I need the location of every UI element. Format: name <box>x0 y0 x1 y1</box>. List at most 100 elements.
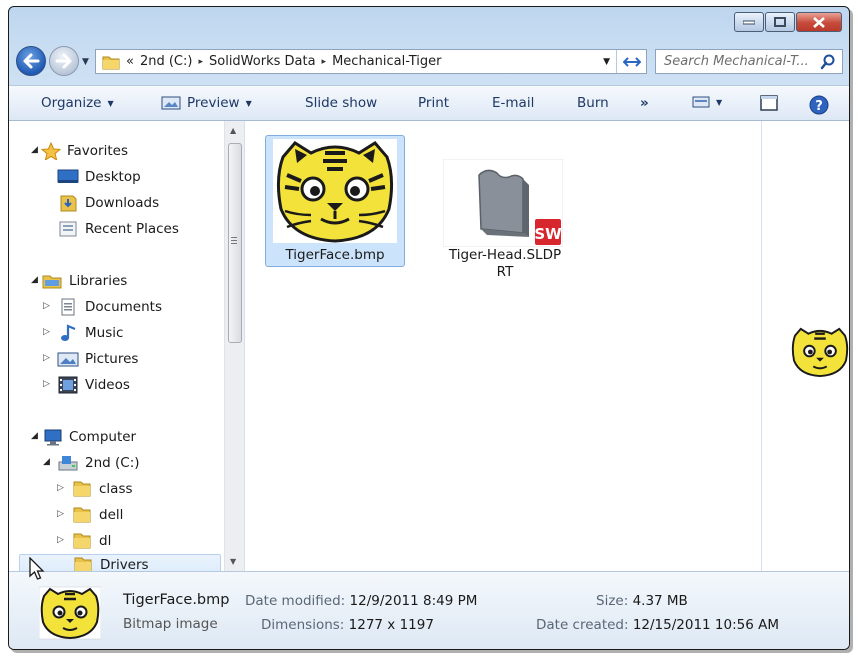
maximize-icon <box>774 17 786 27</box>
view-icon <box>692 96 710 108</box>
print-button[interactable]: Print <box>418 95 449 111</box>
libraries-icon <box>42 275 62 289</box>
collapse-arrow-icon[interactable]: ◢ <box>43 457 53 467</box>
nav-documents[interactable]: Documents <box>57 296 162 318</box>
nav-computer[interactable]: Computer <box>41 426 136 448</box>
chevron-down-icon: ▼ <box>107 98 114 108</box>
nav-folder-class[interactable]: class <box>71 478 133 500</box>
preview-pane-icon <box>760 95 778 111</box>
breadcrumb-mechanical-tiger[interactable]: Mechanical-Tiger <box>332 54 441 69</box>
minimize-button[interactable] <box>734 12 764 32</box>
breadcrumb-drive[interactable]: 2nd (C:) <box>140 54 193 69</box>
forward-arrow-icon <box>55 53 72 69</box>
close-icon <box>813 16 825 28</box>
recent-pages-dropdown[interactable]: ▼ <box>82 57 89 67</box>
file-name-tiger-head: Tiger-Head.SLDP RT <box>435 247 575 281</box>
expand-arrow-icon[interactable]: ▷ <box>57 483 67 493</box>
organize-menu[interactable]: Organize ▼ <box>41 95 114 111</box>
details-size-value[interactable]: 4.37 MB <box>633 593 688 609</box>
organize-label: Organize <box>41 95 102 111</box>
search-box[interactable] <box>655 49 843 74</box>
details-dimensions-value[interactable]: 1277 x 1197 <box>349 617 434 633</box>
forward-button[interactable] <box>49 46 79 76</box>
help-button[interactable]: ? <box>809 95 829 115</box>
search-input[interactable] <box>664 54 824 69</box>
close-button[interactable] <box>796 12 842 32</box>
solidworks-badge-text: SW <box>534 225 562 243</box>
scroll-up-icon[interactable]: ▲ <box>230 126 236 135</box>
refresh-button[interactable] <box>616 50 646 73</box>
nav-folder-dell[interactable]: dell <box>71 504 123 526</box>
refresh-icon <box>622 56 641 67</box>
film-icon <box>58 376 78 394</box>
details-date-created: Date created: 12/15/2011 10:56 AM <box>536 617 779 633</box>
nav-recent-places[interactable]: Recent Places <box>57 218 179 240</box>
svg-text:?: ? <box>815 99 823 114</box>
file-item-tiger-head[interactable]: SW Tiger-Head.SLDP RT <box>435 155 575 285</box>
details-date-created-value[interactable]: 12/15/2011 10:56 AM <box>633 617 779 633</box>
details-file-type: Bitmap image <box>123 616 218 632</box>
chevron-down-icon: ▼ <box>245 98 252 108</box>
nav-folder-class-label: class <box>99 481 133 497</box>
nav-scrollbar[interactable]: ▲ ▼ <box>224 121 244 571</box>
nav-favorites[interactable]: Favorites <box>41 140 128 162</box>
address-row: ▼ « 2nd (C:) ▸ SolidWorks Data ▸ Mechani… <box>9 45 849 79</box>
nav-recent-places-label: Recent Places <box>85 221 179 237</box>
expand-arrow-icon[interactable]: ▷ <box>57 535 67 545</box>
nav-libraries[interactable]: Libraries <box>41 270 127 292</box>
help-icon: ? <box>809 95 829 115</box>
breadcrumb-separator-icon[interactable]: ▸ <box>322 57 327 67</box>
change-view-button[interactable]: ▼ <box>692 95 722 109</box>
expand-arrow-icon[interactable]: ▷ <box>43 379 53 389</box>
expand-arrow-icon[interactable]: ▷ <box>43 327 53 337</box>
file-item-tigerface[interactable]: TigerFace.bmp <box>265 135 405 269</box>
breadcrumb-overflow[interactable]: « <box>126 54 134 69</box>
email-button[interactable]: E-mail <box>492 95 534 111</box>
nav-pictures[interactable]: Pictures <box>57 348 138 370</box>
nav-downloads-label: Downloads <box>85 195 160 211</box>
expand-arrow-icon[interactable]: ▷ <box>43 353 53 363</box>
hard-drive-icon <box>58 456 78 471</box>
documents-icon <box>61 298 75 316</box>
nav-downloads[interactable]: Downloads <box>57 192 159 214</box>
maximize-button[interactable] <box>765 12 795 32</box>
print-label: Print <box>418 95 450 111</box>
collapse-arrow-icon[interactable]: ◢ <box>31 275 41 285</box>
address-history-dropdown[interactable]: ▼ <box>603 57 610 67</box>
nav-folder-dl[interactable]: dl <box>71 530 111 552</box>
more-commands-button[interactable]: » <box>640 95 649 111</box>
music-note-icon <box>61 324 76 341</box>
collapse-arrow-icon[interactable]: ◢ <box>31 431 41 441</box>
burn-label: Burn <box>577 95 609 111</box>
folder-icon <box>74 557 92 571</box>
nav-documents-label: Documents <box>85 299 162 315</box>
folder-icon <box>73 481 91 497</box>
breadcrumb-separator-icon[interactable]: ▸ <box>198 57 203 67</box>
nav-drive-c[interactable]: 2nd (C:) <box>57 452 140 474</box>
scroll-down-icon[interactable]: ▼ <box>230 557 236 566</box>
address-bar[interactable]: « 2nd (C:) ▸ SolidWorks Data ▸ Mechanica… <box>95 49 647 74</box>
nav-videos[interactable]: Videos <box>57 374 130 396</box>
slideshow-button[interactable]: Slide show <box>305 95 377 111</box>
preview-pane <box>761 121 849 571</box>
solidworks-part-thumbnail-icon: SW <box>443 159 563 247</box>
navigation-pane: ◢ Favorites Desktop Downloads Recent Pla… <box>9 121 245 571</box>
breadcrumb-solidworks-data[interactable]: SolidWorks Data <box>209 54 316 69</box>
details-date-created-label: Date created: <box>536 617 629 633</box>
preview-pane-button[interactable] <box>760 95 778 111</box>
nav-folder-drivers[interactable]: Drivers <box>19 554 221 571</box>
search-icon[interactable] <box>820 54 836 70</box>
preview-menu[interactable]: Preview ▼ <box>161 95 252 111</box>
burn-button[interactable]: Burn <box>577 95 609 111</box>
nav-music[interactable]: Music <box>57 322 123 344</box>
details-date-modified-value[interactable]: 12/9/2011 8:49 PM <box>350 593 478 609</box>
back-button[interactable] <box>16 46 46 76</box>
nav-desktop[interactable]: Desktop <box>57 166 141 188</box>
expand-arrow-icon[interactable]: ▷ <box>43 301 53 311</box>
expand-arrow-icon[interactable]: ▷ <box>57 509 67 519</box>
collapse-arrow-icon[interactable]: ◢ <box>31 145 41 155</box>
nav-drive-label: 2nd (C:) <box>85 455 140 471</box>
preview-label: Preview <box>187 95 240 111</box>
file-name-line1: Tiger-Head.SLDP <box>448 247 562 263</box>
file-name-line2: RT <box>496 264 514 280</box>
